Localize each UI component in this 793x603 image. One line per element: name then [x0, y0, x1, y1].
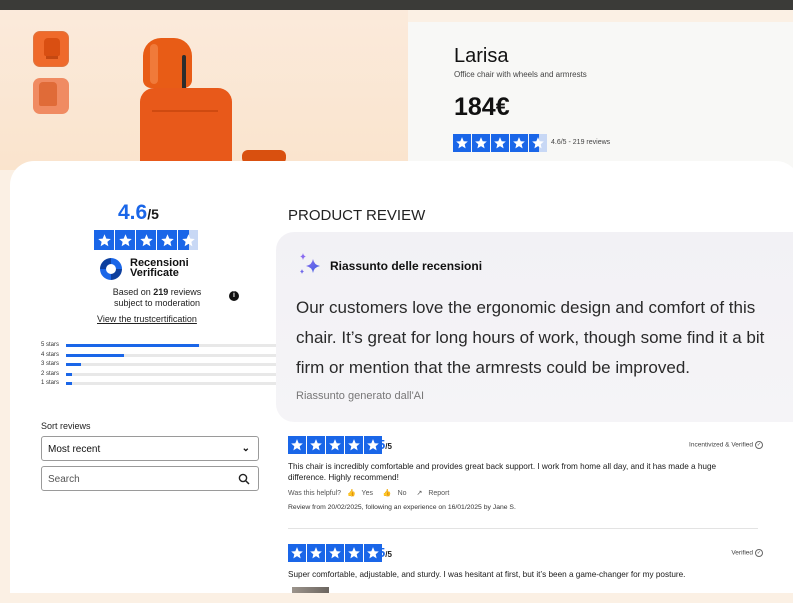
recensioni-verificate-brand: Recensioni Verificate	[130, 257, 189, 279]
review-score: 5/5	[378, 545, 392, 560]
rating-bar-label: 3 stars	[41, 361, 60, 367]
star-icon	[136, 230, 156, 250]
review-stars	[288, 544, 382, 562]
star-icon	[345, 436, 363, 454]
average-rating: 4.6/5	[118, 201, 159, 224]
rating-bar-track	[66, 344, 280, 347]
review-stars	[288, 436, 382, 454]
info-icon[interactable]: i	[229, 291, 239, 301]
star-icon	[326, 544, 344, 562]
ai-summary-text: Our customers love the ergonomic design …	[296, 298, 765, 377]
review-text: Super comfortable, adjustable, and sturd…	[288, 570, 686, 579]
check-circle-icon: ✓	[755, 441, 763, 449]
product-price: 184€	[454, 93, 510, 121]
rating-bar-track	[66, 363, 280, 366]
rating-bar-track	[66, 382, 280, 385]
review-score: 5/5	[378, 437, 392, 452]
rating-bar-fill	[66, 353, 124, 357]
sparkle-icon	[300, 253, 320, 274]
search-icon	[238, 473, 250, 485]
rating-bar-label: 2 stars	[41, 370, 60, 377]
star-icon	[157, 230, 177, 250]
search-input[interactable]: Search	[41, 466, 259, 491]
product-thumbnail-1[interactable]	[33, 31, 69, 67]
rating-bar-track	[66, 353, 280, 357]
rating-bar-fill	[66, 372, 73, 376]
ai-summary-footer: Riassunto generato dall'AI	[296, 390, 425, 402]
recensioni-verificate-logo	[100, 258, 122, 280]
average-rating-stars	[94, 230, 198, 250]
rating-bar-row[interactable]: 1 stars3	[41, 379, 289, 389]
star-icon	[307, 436, 325, 454]
star-icon	[115, 230, 135, 250]
report-button[interactable]: ↗ Report	[417, 490, 454, 497]
review-item: 5/5 Verified ✓ Super comfortable, adjusta…	[288, 544, 763, 594]
rating-bar-label: 4 stars	[41, 351, 60, 358]
external-link-icon: ↗	[416, 490, 423, 497]
rating-bar-fill	[66, 344, 199, 347]
trustcertification-link[interactable]: View the trustcertification	[97, 314, 197, 324]
review-helpful-row: Was this helpful? 👍 Yes 👍 No ↗ Report	[288, 489, 457, 497]
check-circle-icon: ✓	[755, 549, 763, 557]
helpful-yes-button[interactable]: 👍 Yes	[347, 490, 377, 497]
star-icon	[94, 230, 114, 250]
review-count-note: Based on 219 reviews subject to moderati…	[112, 287, 202, 308]
top-bar	[0, 0, 793, 10]
rating-bar-row[interactable]: 4 stars59	[41, 351, 293, 361]
rating-bar-fill	[66, 382, 73, 385]
star-icon	[472, 134, 490, 152]
rating-bar-label: 1 stars	[41, 380, 60, 386]
sort-label: Sort reviews	[41, 421, 91, 431]
helpful-no-button[interactable]: 👍 No	[383, 490, 411, 497]
section-title: PRODUCT REVIEW	[288, 207, 426, 224]
star-icon	[491, 134, 509, 152]
chevron-down-icon: ⌄	[241, 443, 250, 454]
review-text: This chair is incredibly comfortable and…	[288, 462, 717, 482]
ai-summary-title: Riassunto delle recensioni	[330, 259, 483, 273]
star-icon	[288, 544, 306, 562]
rating-bar-row[interactable]: 3 stars9	[41, 360, 289, 370]
star-icon	[345, 544, 363, 562]
review-divider	[288, 528, 758, 529]
star-icon	[326, 436, 344, 454]
rating-bar-row[interactable]: 5 stars145	[41, 341, 296, 351]
star-icon	[510, 134, 528, 152]
thumbs-up-icon: 👍	[347, 490, 356, 497]
star-icon	[288, 436, 306, 454]
sort-select[interactable]: Most recent ⌄	[41, 436, 259, 461]
product-rating-stars	[453, 134, 547, 152]
rating-bar-label: 5 stars	[41, 342, 60, 348]
rating-bar-row[interactable]: 2 stars3	[41, 370, 289, 380]
product-subtitle: Office chair with wheels and armrests	[454, 70, 587, 79]
rating-bar-fill	[66, 363, 81, 366]
rating-distribution: 5 stars1454 stars593 stars92 stars31 sta…	[41, 341, 296, 389]
star-half-icon	[529, 134, 547, 152]
product-thumbnail-2[interactable]	[33, 78, 69, 114]
helpful-question: Was this helpful?	[288, 490, 342, 497]
product-name: Larisa	[454, 45, 509, 67]
review-meta: Review from 20/02/2025, following an exp…	[288, 504, 516, 511]
product-rating-text[interactable]: 4.6/5 - 219 reviews	[551, 139, 610, 146]
rating-bar-track	[66, 372, 280, 376]
verified-badge: Verified ✓	[731, 549, 763, 557]
review-item: 5/5 Incentivized & Verified ✓ This chair …	[288, 436, 763, 516]
verified-badge: Incentivized & Verified ✓	[689, 441, 763, 449]
star-icon	[307, 544, 325, 562]
review-photo[interactable]	[292, 587, 329, 593]
thumbs-up-icon: 👍	[382, 490, 392, 497]
star-icon	[453, 134, 471, 152]
star-half-icon	[178, 230, 198, 250]
